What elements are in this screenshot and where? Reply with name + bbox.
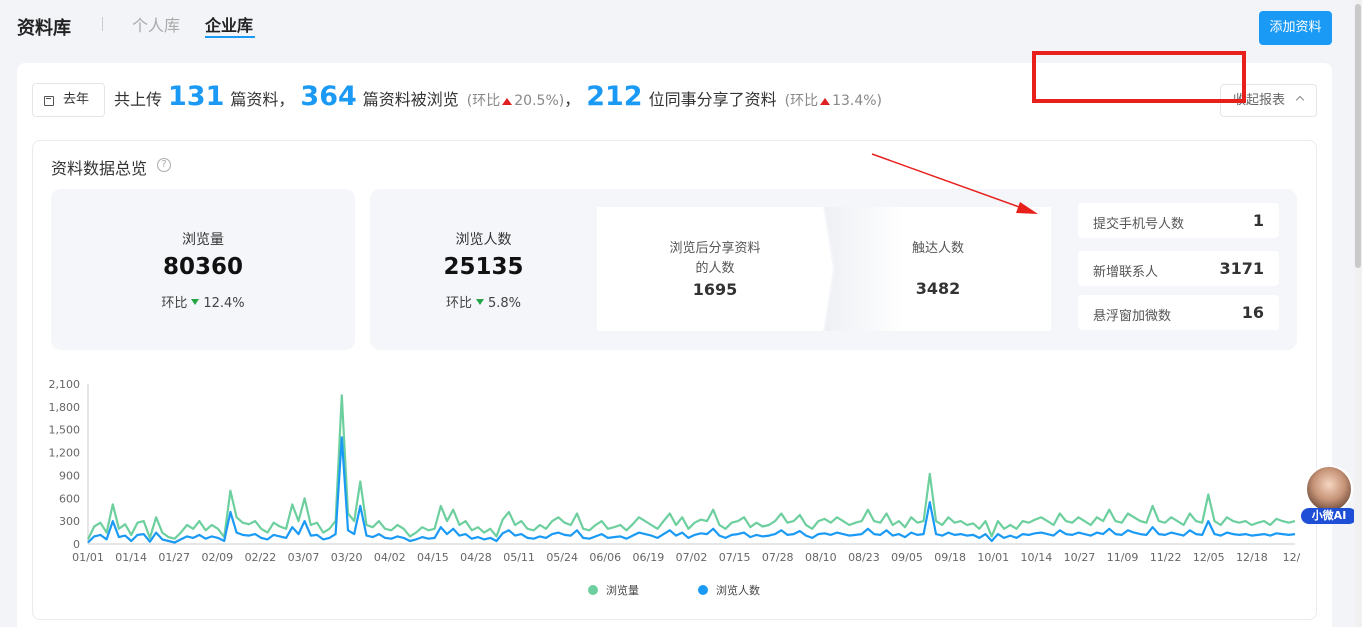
x-tick-label: 06/06 [589, 551, 621, 564]
x-tick-label: 05/11 [503, 551, 535, 564]
x-tick-label: 04/02 [374, 551, 406, 564]
legend-label-visitors: 浏览人数 [716, 584, 760, 597]
y-tick-label: 1,500 [49, 424, 81, 437]
x-tick-label: 07/15 [719, 551, 751, 564]
scrollbar-thumb[interactable] [1355, 4, 1361, 268]
x-tick-label: 12/18 [1236, 551, 1268, 564]
views-line-chart: 0 300 600 900 1,200 1,500 1,800 2,100 01/01 01/14… [49, 378, 1301, 564]
y-tick-label: 0 [73, 538, 80, 551]
x-tick-label: 02/09 [201, 551, 233, 564]
x-tick-label: 08/23 [848, 551, 880, 564]
legend-dot-visitors [698, 585, 708, 595]
x-tick-label: 10/14 [1021, 551, 1053, 564]
x-tick-label: 01/01 [72, 551, 104, 564]
x-tick-label: 09/05 [891, 551, 923, 564]
x-tick-label: 10/01 [977, 551, 1009, 564]
x-tick-label: 07/28 [762, 551, 794, 564]
x-tick-label: 07/02 [676, 551, 708, 564]
series-line-views [87, 394, 1296, 540]
y-tick-label: 1,200 [49, 447, 81, 460]
y-tick-label: 300 [59, 515, 80, 528]
x-tick-label: 12/05 [1193, 551, 1225, 564]
x-tick-label: 08/10 [805, 551, 837, 564]
y-tick-label: 900 [59, 469, 80, 482]
y-tick-label: 1,800 [49, 401, 81, 414]
x-tick-label: 01/14 [115, 551, 147, 564]
x-tick-label: 10/27 [1064, 551, 1096, 564]
x-tick-label: 06/19 [633, 551, 665, 564]
legend-item-visitors[interactable]: 浏览人数 [698, 582, 760, 598]
legend-label-views: 浏览量 [606, 584, 639, 597]
x-tick-label: 03/07 [288, 551, 320, 564]
x-tick-label: 09/18 [934, 551, 966, 564]
x-tick-label: 11/22 [1150, 551, 1182, 564]
x-tick-label: 04/15 [417, 551, 449, 564]
ai-assistant-avatar[interactable] [1305, 465, 1353, 513]
y-tick-label: 2,100 [49, 378, 81, 391]
x-tick-label: 11/09 [1107, 551, 1139, 564]
legend-dot-views [588, 585, 598, 595]
x-tick-label: 01/27 [158, 551, 190, 564]
legend-item-views[interactable]: 浏览量 [588, 582, 639, 598]
x-tick-label: 02/22 [245, 551, 277, 564]
x-tick-label: 04/28 [460, 551, 492, 564]
ai-assistant-label[interactable]: 小微AI [1301, 508, 1357, 524]
x-tick-label: 12/3 [1283, 551, 1300, 564]
y-tick-label: 600 [59, 492, 80, 505]
x-tick-label: 03/20 [331, 551, 363, 564]
x-tick-label: 05/24 [546, 551, 578, 564]
